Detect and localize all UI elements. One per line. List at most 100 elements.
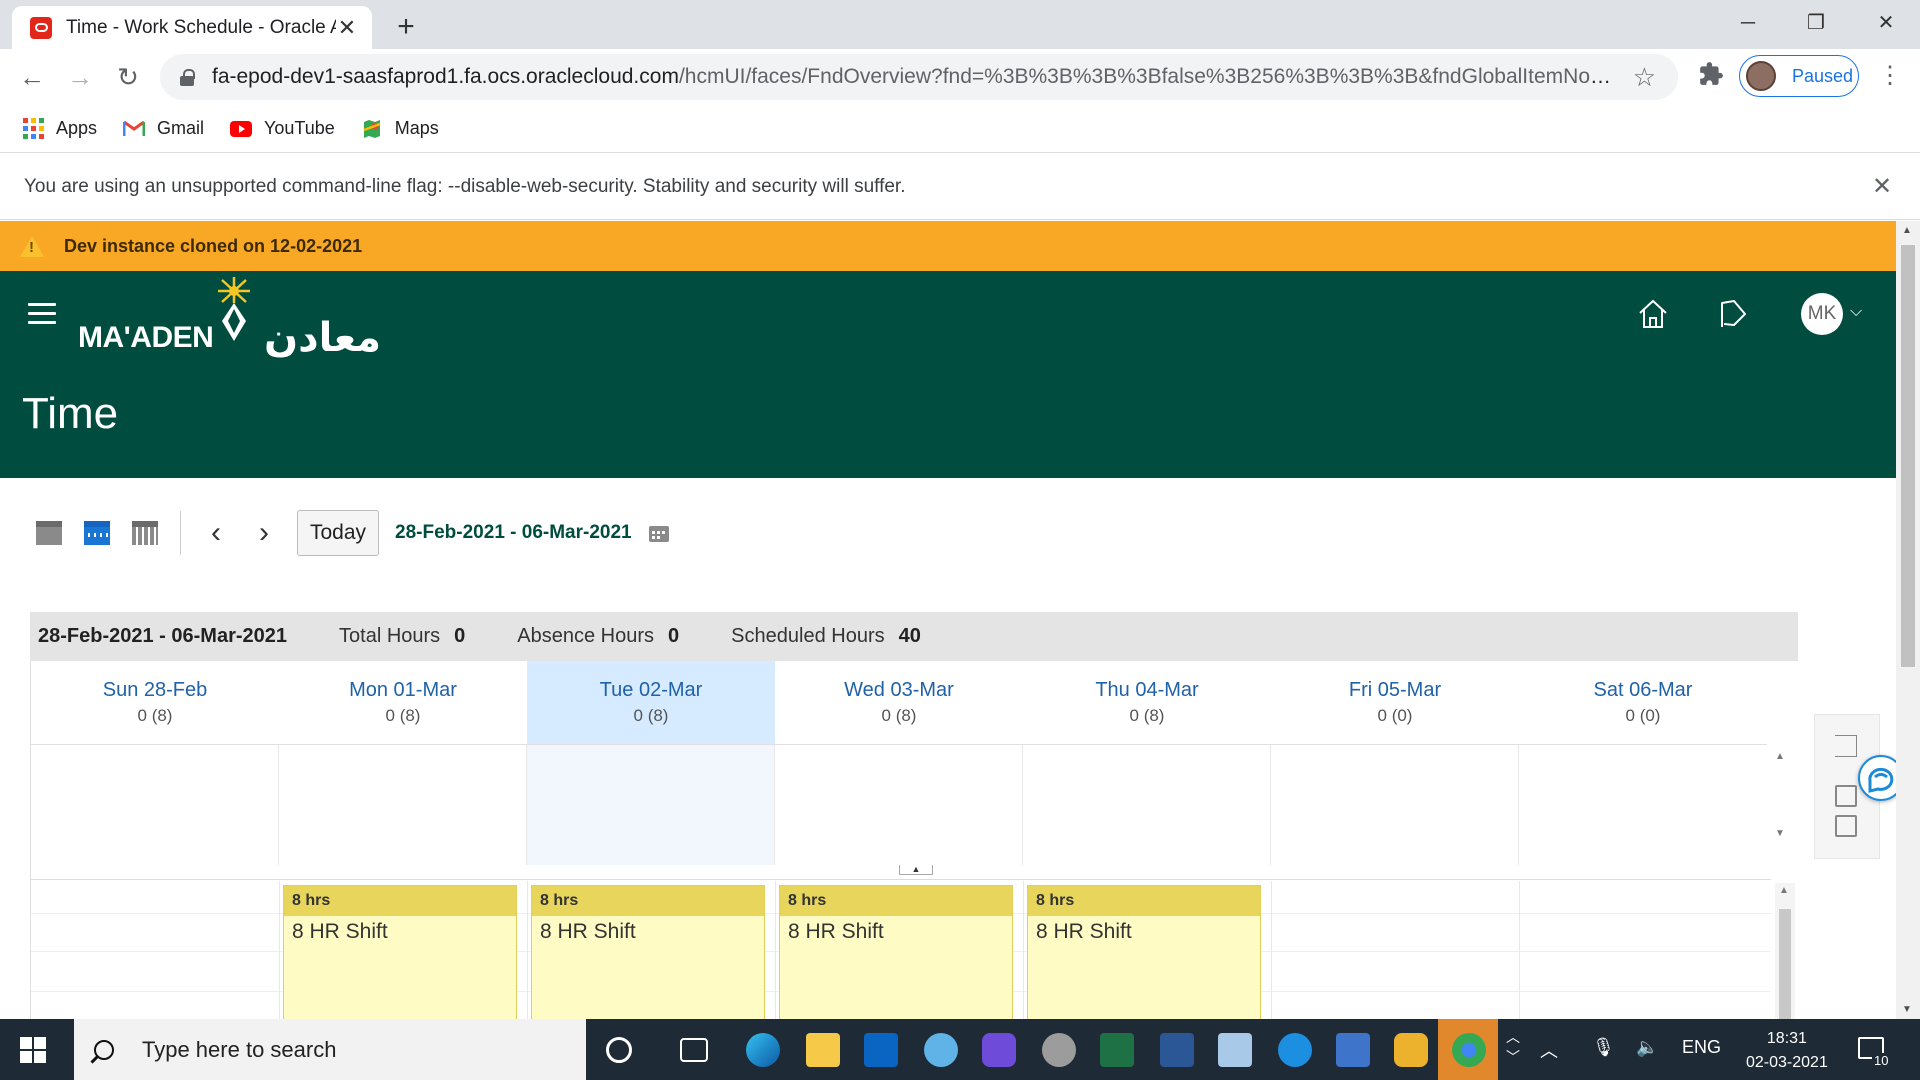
- allday-cell[interactable]: [31, 745, 279, 865]
- input-language[interactable]: ENG: [1682, 1037, 1721, 1058]
- day-name[interactable]: Sun 28-Feb: [31, 679, 279, 702]
- reload-icon[interactable]: ↻: [112, 61, 144, 93]
- app-icon[interactable]: [924, 1033, 958, 1067]
- browser-menu-icon[interactable]: ⋮: [1878, 61, 1902, 90]
- windows-start-icon[interactable]: [20, 1037, 46, 1063]
- day-header-tue[interactable]: Tue 02-Mar 0 (8): [527, 661, 775, 745]
- oracle-page: Dev instance cloned on 12-02-2021 MA'ADE…: [0, 221, 1896, 1019]
- digital-assistant-chat-icon[interactable]: [1858, 755, 1896, 801]
- day-header-wed[interactable]: Wed 03-Mar 0 (8): [775, 661, 1023, 745]
- app-icon[interactable]: [982, 1033, 1016, 1067]
- show-hidden-icons-icon[interactable]: ︿: [1540, 1037, 1558, 1063]
- allday-scrollbar[interactable]: ▲ ▼: [1775, 751, 1795, 861]
- shift-event[interactable]: 8 hrs 8 HR Shift: [779, 885, 1013, 1019]
- allday-cell[interactable]: [1023, 745, 1271, 865]
- page-vertical-scrollbar[interactable]: ▲ ▼: [1896, 221, 1920, 1019]
- day-header-thu[interactable]: Thu 04-Mar 0 (8): [1023, 661, 1271, 745]
- microphone-icon[interactable]: 🎙: [1592, 1037, 1615, 1058]
- forward-icon[interactable]: →: [64, 61, 96, 93]
- day-name[interactable]: Tue 02-Mar: [527, 679, 775, 702]
- week-view-icon[interactable]: [84, 521, 110, 545]
- day-header-sun[interactable]: Sun 28-Feb 0 (8): [31, 661, 279, 745]
- shift-event[interactable]: 8 hrs 8 HR Shift: [283, 885, 517, 1019]
- file-explorer-icon[interactable]: [806, 1033, 840, 1067]
- chevron-down-icon[interactable]: ⌵: [1850, 303, 1862, 321]
- app-icon[interactable]: [1278, 1033, 1312, 1067]
- infobar-close-icon[interactable]: ✕: [1872, 172, 1892, 201]
- bookmark-apps[interactable]: Apps: [22, 118, 97, 140]
- url-text[interactable]: fa-epod-dev1-saasfaprod1.fa.ocs.oraclecl…: [212, 65, 1612, 89]
- navigator-menu-icon[interactable]: [28, 303, 56, 330]
- settings-gear-icon[interactable]: [1042, 1033, 1076, 1067]
- taskbar-clock[interactable]: 18:31 02-03-2021: [1746, 1027, 1828, 1075]
- bookmark-star-icon[interactable]: ☆: [1633, 62, 1656, 93]
- profile-button[interactable]: Paused: [1739, 55, 1859, 97]
- shift-event[interactable]: 8 hrs 8 HR Shift: [531, 885, 765, 1019]
- scheduled-hours-label: Scheduled Hours: [731, 625, 885, 647]
- day-hours: 0 (8): [633, 706, 669, 725]
- restore-window-icon[interactable]: ❐: [1796, 8, 1836, 38]
- panel-collapse-icon[interactable]: [1835, 735, 1857, 757]
- notifications-flag-icon[interactable]: [1716, 297, 1756, 337]
- shift-event[interactable]: 8 hrs 8 HR Shift: [1027, 885, 1261, 1019]
- minimize-window-icon[interactable]: ─: [1728, 8, 1768, 38]
- home-icon[interactable]: [1636, 297, 1676, 337]
- day-header-mon[interactable]: Mon 01-Mar 0 (8): [279, 661, 527, 745]
- new-tab-button[interactable]: +: [390, 10, 422, 44]
- tab-close-icon[interactable]: ✕: [336, 15, 358, 41]
- word-icon[interactable]: [1160, 1033, 1194, 1067]
- allday-cell[interactable]: [1271, 745, 1519, 865]
- day-hours: 0 (8): [385, 706, 421, 725]
- day-name[interactable]: Wed 03-Mar: [775, 679, 1023, 702]
- bookmark-gmail[interactable]: Gmail: [123, 118, 204, 140]
- today-button[interactable]: Today: [297, 510, 380, 556]
- chrome-icon[interactable]: [1452, 1033, 1486, 1067]
- calendar-picker-icon[interactable]: [648, 523, 670, 543]
- day-header-sat[interactable]: Sat 06-Mar 0 (0): [1519, 661, 1767, 745]
- logo-arabic-text: معادن: [264, 315, 382, 361]
- maaden-logo[interactable]: MA'ADEN معادن: [78, 275, 398, 365]
- taskbar-scroll-icon[interactable]: ︿ ﹀: [1506, 1027, 1520, 1067]
- pane-divider: [31, 879, 1771, 880]
- browser-tab[interactable]: Time - Work Schedule - Oracle Applicatio…: [12, 6, 372, 49]
- oracle-favicon-icon: [30, 16, 52, 39]
- day-name[interactable]: Mon 01-Mar: [279, 679, 527, 702]
- panel-details-icon[interactable]: [1835, 785, 1857, 807]
- time-grid-scrollbar[interactable]: ▲: [1775, 883, 1795, 1019]
- volume-icon[interactable]: 🔈: [1636, 1037, 1658, 1058]
- day-name[interactable]: Thu 04-Mar: [1023, 679, 1271, 702]
- edge-icon[interactable]: [746, 1033, 780, 1067]
- time-grid-column-line: [1271, 881, 1272, 1019]
- month-view-icon[interactable]: [132, 521, 158, 545]
- lock-icon[interactable]: [180, 69, 195, 86]
- allday-cell[interactable]: [527, 745, 775, 865]
- bookmark-label: Gmail: [157, 118, 205, 138]
- outlook-icon[interactable]: [864, 1033, 898, 1067]
- day-header-fri[interactable]: Fri 05-Mar 0 (0): [1271, 661, 1519, 745]
- task-view-icon[interactable]: [680, 1038, 708, 1062]
- previous-period-icon[interactable]: ‹: [201, 516, 231, 550]
- address-bar[interactable]: fa-epod-dev1-saasfaprod1.fa.ocs.oraclecl…: [160, 54, 1678, 100]
- app-icon[interactable]: [1218, 1033, 1252, 1067]
- allday-cell[interactable]: [279, 745, 527, 865]
- next-period-icon[interactable]: ›: [249, 516, 279, 550]
- panel-list-icon[interactable]: [1835, 815, 1857, 837]
- bookmark-youtube[interactable]: YouTube: [230, 118, 335, 140]
- back-icon[interactable]: ←: [16, 61, 48, 93]
- app-icon[interactable]: [1336, 1033, 1370, 1067]
- extensions-puzzle-icon[interactable]: [1698, 61, 1724, 94]
- total-hours-label: Total Hours: [339, 625, 441, 647]
- excel-icon[interactable]: [1100, 1033, 1134, 1067]
- pane-splitter[interactable]: ▲: [899, 865, 933, 875]
- user-avatar[interactable]: MK: [1801, 293, 1843, 335]
- allday-cell[interactable]: [775, 745, 1023, 865]
- close-window-icon[interactable]: ✕: [1866, 8, 1906, 38]
- cortana-icon[interactable]: [606, 1037, 632, 1063]
- slack-icon[interactable]: [1394, 1033, 1428, 1067]
- taskbar-search-box[interactable]: Type here to search: [74, 1019, 586, 1080]
- day-name[interactable]: Fri 05-Mar: [1271, 679, 1519, 702]
- day-name[interactable]: Sat 06-Mar: [1519, 679, 1767, 702]
- allday-cell[interactable]: [1519, 745, 1767, 865]
- bookmark-maps[interactable]: Maps: [361, 118, 439, 140]
- day-view-icon[interactable]: [36, 521, 62, 545]
